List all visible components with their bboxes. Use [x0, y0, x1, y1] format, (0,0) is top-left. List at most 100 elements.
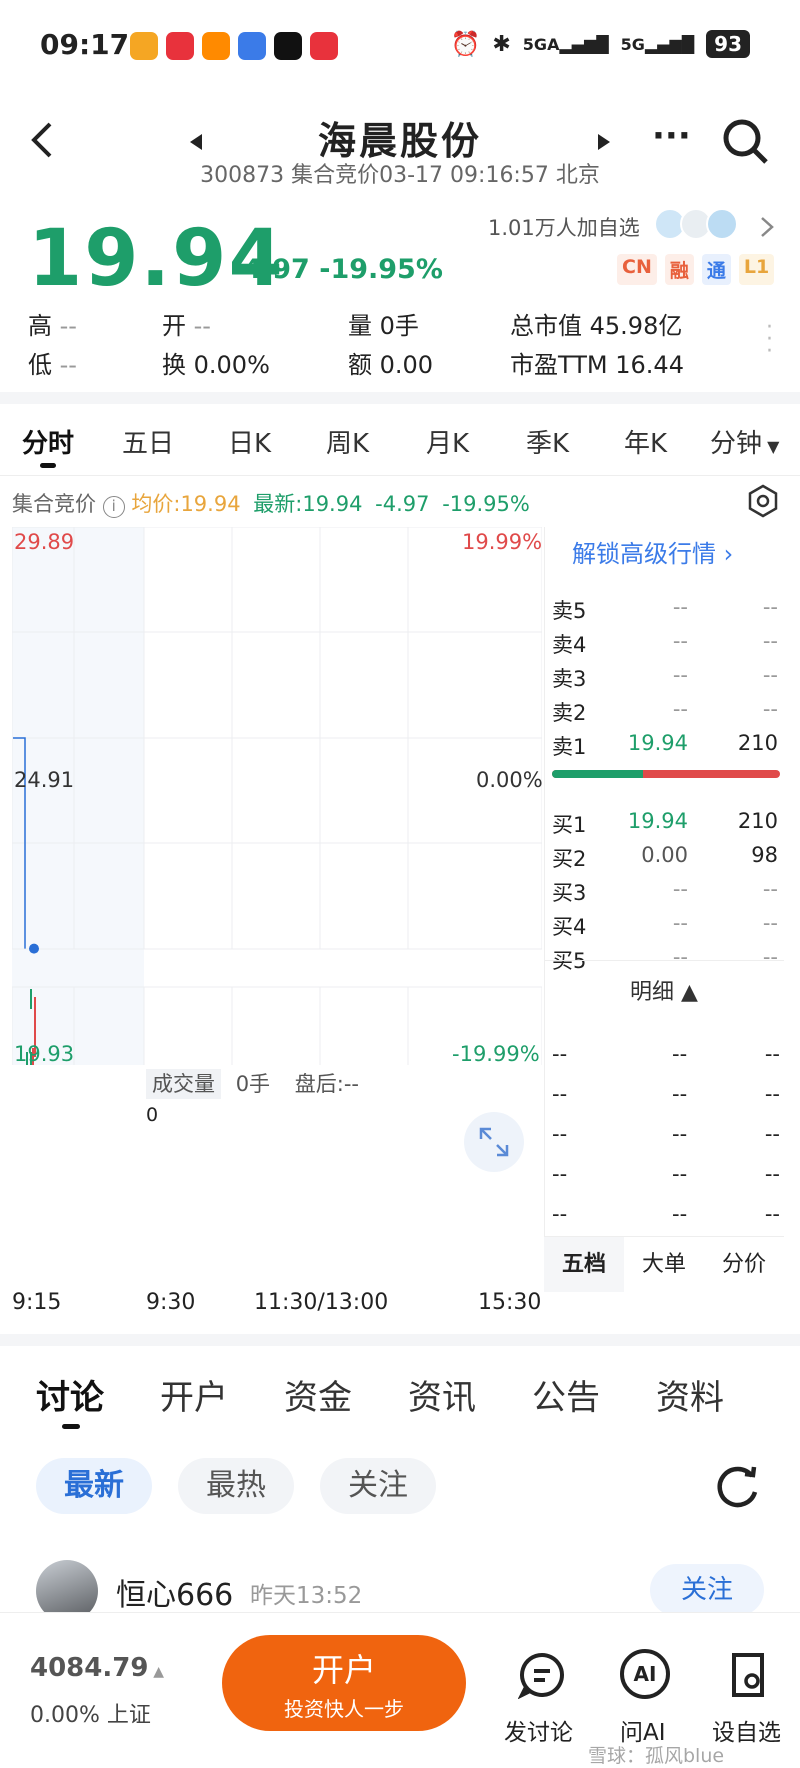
battery-icon: 93: [706, 30, 750, 58]
trade-row: -- -- --: [552, 1042, 780, 1066]
level-price: --: [672, 595, 688, 619]
tab-daily[interactable]: 日K: [228, 423, 271, 460]
time-label: 9:15: [12, 1290, 62, 1315]
orderbook-row[interactable]: 买4 -- --: [544, 905, 784, 941]
tab-quarterly[interactable]: 季K: [526, 423, 569, 460]
tab-news[interactable]: 资讯: [408, 1370, 476, 1419]
follow-button[interactable]: 关注: [650, 1564, 764, 1616]
orderbook-row[interactable]: 卖1 19.94 210: [544, 725, 784, 761]
tab-monthly[interactable]: 月K: [426, 423, 469, 460]
discuss-icon[interactable]: [518, 1651, 566, 1699]
tab-large-orders[interactable]: 大单: [624, 1237, 704, 1292]
volume-header: 成交量 0手 盘后:--: [146, 1068, 359, 1099]
vertical-more-icon[interactable]: · · ·: [766, 317, 773, 363]
orderbook-row[interactable]: 卖5 -- --: [544, 589, 784, 625]
y-axis-mid: 24.91: [14, 768, 75, 792]
search-icon[interactable]: [722, 118, 770, 166]
orderbook-row[interactable]: 买2 0.00 98: [544, 837, 784, 873]
orderbook-row[interactable]: 买5 -- --: [544, 939, 784, 975]
filter-following[interactable]: 关注: [320, 1458, 436, 1514]
level-price: --: [672, 629, 688, 653]
tab-capital[interactable]: 资金: [284, 1370, 352, 1419]
y-axis-top: 29.89: [14, 530, 75, 554]
stock-badges: CN 融 通 L1: [617, 254, 775, 285]
tab-yearly[interactable]: 年K: [624, 423, 667, 460]
orderbook-row[interactable]: 卖2 -- --: [544, 691, 784, 727]
add-watchlist-icon[interactable]: [724, 1651, 772, 1699]
level-price: --: [672, 877, 688, 901]
divider: [544, 960, 784, 961]
badge-margin: 融: [664, 254, 694, 285]
time-label: 15:30: [478, 1290, 542, 1315]
tab-price-distribution[interactable]: 分价: [704, 1237, 784, 1292]
alarm-icon: ⏰: [450, 30, 481, 58]
expand-icon[interactable]: [464, 1112, 524, 1172]
post-time: 昨天13:52: [250, 1583, 363, 1609]
level-price: --: [672, 663, 688, 687]
action-post[interactable]: 发讨论: [504, 1713, 573, 1747]
post-username[interactable]: 恒心666: [116, 1570, 233, 1614]
watch-count[interactable]: 1.01万人加自选: [488, 212, 640, 242]
intraday-chart[interactable]: [12, 527, 542, 1065]
divider: [0, 1334, 800, 1346]
avatar: [706, 208, 738, 240]
auction-bar: 集合竞价 i 均价:19.94 最新:19.94 -4.97 -19.95%: [12, 492, 530, 518]
tab-minute[interactable]: 分钟 ▼: [710, 423, 779, 460]
tab-5day[interactable]: 五日: [122, 423, 174, 460]
unlock-level2-link[interactable]: 解锁高级行情 ›: [572, 534, 733, 569]
orderbook-row[interactable]: 买1 19.94 210: [544, 803, 784, 839]
tab-profile[interactable]: 资料: [656, 1370, 724, 1419]
orderbook-row[interactable]: 卖3 -- --: [544, 657, 784, 693]
volume-bar: [30, 989, 32, 1009]
status-bar: 09:17 ⏰ ✱ 5GA▂▄▆█ 5G▂▄▆█ 93: [0, 0, 800, 96]
index-change: 0.00% 上证: [30, 1703, 151, 1728]
tab-open-account[interactable]: 开户: [160, 1370, 228, 1419]
level-volume: 210: [737, 731, 778, 755]
info-icon[interactable]: i: [102, 496, 125, 518]
filter-latest[interactable]: 最新: [36, 1458, 152, 1514]
ai-icon[interactable]: AI: [620, 1649, 670, 1699]
quote-col-1: 高 -- 低 --: [28, 312, 77, 379]
volume-label[interactable]: 成交量: [146, 1069, 221, 1099]
trade-row: -- -- --: [552, 1202, 780, 1226]
next-stock-icon[interactable]: [596, 134, 610, 150]
level-label: 买4: [552, 915, 587, 939]
level-price: --: [672, 945, 688, 969]
period-tabs: 分时 五日 日K 周K 月K 季K 年K 分钟 ▼: [0, 405, 800, 475]
open-account-button[interactable]: 开户 投资快人一步: [222, 1635, 466, 1731]
orderbook-row[interactable]: 买3 -- --: [544, 871, 784, 907]
divider: [200, 1613, 201, 1761]
level-volume: --: [762, 629, 778, 653]
level-volume: 98: [751, 843, 778, 867]
filter-hot[interactable]: 最热: [178, 1458, 294, 1514]
quote-col-3: 量 0手 额 0.00: [348, 312, 434, 379]
app-icon: [238, 32, 266, 60]
tab-five-levels[interactable]: 五档: [544, 1237, 624, 1292]
volume-axis-value: 0: [146, 1104, 159, 1126]
tab-discussion[interactable]: 讨论: [36, 1370, 104, 1419]
level-label: 买3: [552, 881, 587, 905]
orderbook-row[interactable]: 卖4 -- --: [544, 623, 784, 659]
watcher-avatars[interactable]: [654, 208, 738, 240]
tab-announcements[interactable]: 公告: [532, 1370, 600, 1419]
level-label: 买2: [552, 847, 587, 871]
badge-l1: L1: [738, 254, 775, 285]
more-icon[interactable]: ···: [652, 116, 691, 156]
chevron-right-icon[interactable]: [760, 216, 774, 238]
detail-toggle[interactable]: 明细 ▲: [544, 974, 784, 1006]
index-value[interactable]: 4084.79 ▲: [30, 1653, 164, 1683]
refresh-icon[interactable]: [712, 1462, 762, 1512]
divider: [0, 392, 800, 404]
system-icons: ⏰ ✱ 5GA▂▄▆█ 5G▂▄▆█ 93: [450, 30, 750, 58]
tab-weekly[interactable]: 周K: [326, 423, 369, 460]
y-axis-bottom: 19.93: [14, 1042, 75, 1066]
tab-intraday[interactable]: 分时: [22, 423, 74, 460]
stock-subtitle: 300873 集合竞价03-17 09:16:57 北京: [200, 163, 600, 188]
settings-icon[interactable]: [746, 484, 780, 518]
level-price: --: [672, 697, 688, 721]
level-price: 19.94: [627, 731, 688, 755]
bottom-bar: 4084.79 ▲ 0.00% 上证 开户 投资快人一步 发讨论 AI 问AI …: [0, 1612, 800, 1767]
divider: [0, 475, 800, 476]
level-volume: --: [762, 663, 778, 687]
app-icon: [310, 32, 338, 60]
